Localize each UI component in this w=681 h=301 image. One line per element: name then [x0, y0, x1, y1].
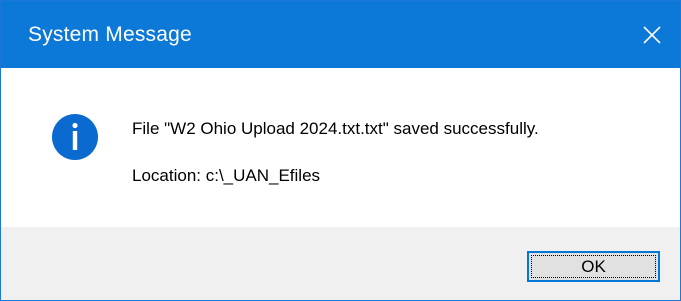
- ok-button[interactable]: OK: [527, 251, 660, 282]
- close-button[interactable]: [624, 1, 680, 68]
- window-title: System Message: [28, 23, 192, 46]
- message-area: File "W2 Ohio Upload 2024.txt.txt" saved…: [1, 68, 680, 227]
- location-text: Location: c:\_UAN_Efiles: [132, 166, 321, 185]
- system-message-dialog: System Message File "W2 Ohio Upload 2024…: [0, 0, 681, 301]
- titlebar[interactable]: System Message: [1, 1, 680, 68]
- info-icon: [52, 114, 98, 160]
- button-bar: OK: [1, 227, 680, 300]
- close-icon: [643, 25, 661, 44]
- ok-button-label: OK: [581, 257, 606, 276]
- message-text: File "W2 Ohio Upload 2024.txt.txt" saved…: [132, 119, 539, 138]
